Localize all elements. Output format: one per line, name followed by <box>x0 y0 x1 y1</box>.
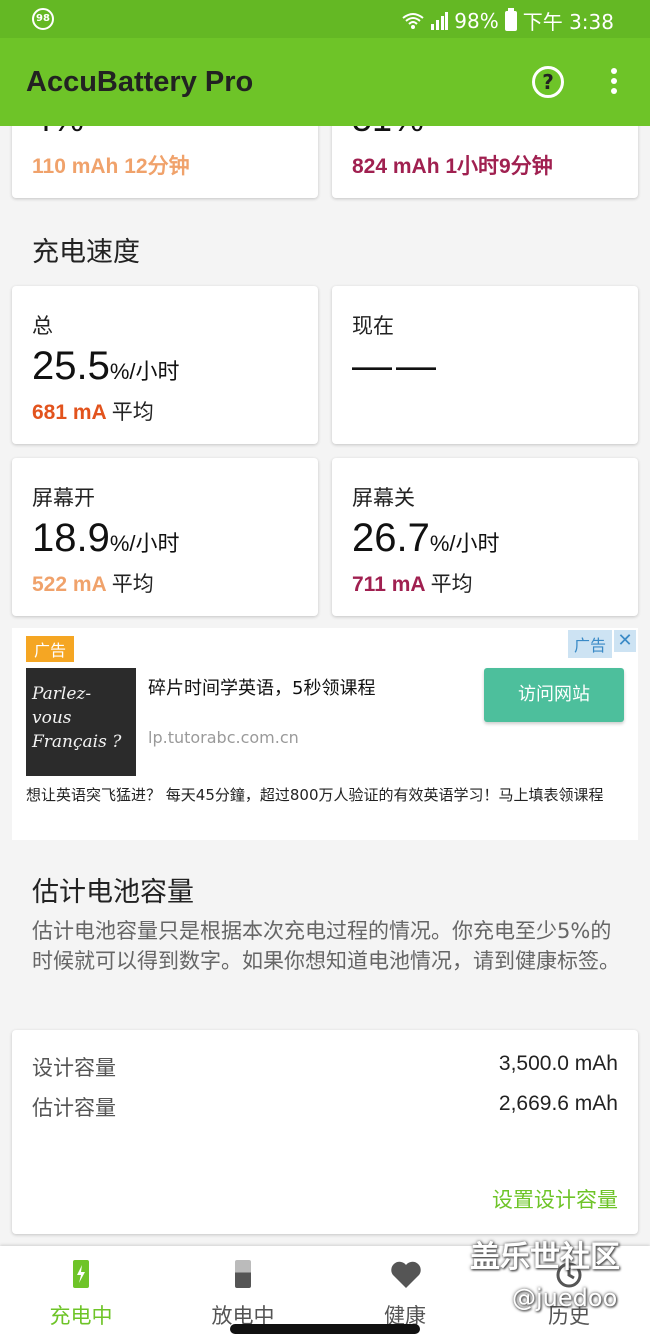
ad-description: 想让英语突飞猛进？ 每天45分鐘，超过800万人验证的有效英语学习！马上填表领课… <box>26 786 604 804</box>
estimated-capacity-value: 2,669.6 mAh <box>498 1092 618 1115</box>
screen-on-value: 18.9%/小时 <box>32 516 180 560</box>
ad-url: lp.tutorabc.com.cn <box>148 728 299 747</box>
help-button[interactable]: ? <box>532 66 564 98</box>
watermark-title: 盖乐世社区 <box>470 1240 620 1275</box>
overflow-menu-button[interactable] <box>610 68 618 96</box>
screen-on-label: 屏幕开 <box>32 486 95 510</box>
ad-banner[interactable]: 广告 广告 ✕ Parlez-vous Français ? 碎片时间学英语，5… <box>12 628 638 840</box>
charging-speed-title: 充电速度 <box>32 237 140 268</box>
status-right: 98% 下午 3:38 <box>402 6 614 35</box>
home-indicator[interactable] <box>230 1324 420 1334</box>
ad-image-line1: Parlez-vous <box>32 684 92 728</box>
design-capacity-value: 3,500.0 mAh <box>498 1052 618 1075</box>
estimated-capacity-label: 估计容量 <box>32 1096 116 1120</box>
nav-charging[interactable]: 充电中 <box>0 1246 162 1336</box>
total-label: 总 <box>32 314 53 338</box>
screen-on-card: 屏幕开 18.9%/小时 522 mA 平均 <box>12 458 318 616</box>
ad-image[interactable]: Parlez-vous Français ? <box>26 668 136 776</box>
estimated-capacity-row: 估计容量 2,669.6 mAh <box>32 1092 618 1122</box>
screen-on-ma: 522 mA 平均 <box>32 573 154 596</box>
visit-site-button[interactable]: 访问网站 <box>484 668 624 722</box>
charged-sub: 110 mAh 12分钟 <box>32 155 190 178</box>
set-design-capacity-link[interactable]: 设置设计容量 <box>492 1184 618 1214</box>
notification-badge: 98 <box>32 8 54 30</box>
total-speed-value: 25.5%/小时 <box>32 344 180 388</box>
current-label: 现在 <box>352 314 394 338</box>
nav-health[interactable]: 健康 <box>324 1246 486 1336</box>
design-capacity-label: 设计容量 <box>32 1056 116 1080</box>
close-icon[interactable]: ✕ <box>614 630 636 652</box>
battery-status-icon <box>504 7 517 31</box>
clock: 下午 3:38 <box>522 10 614 34</box>
nav-discharging[interactable]: 放电中 <box>162 1246 324 1336</box>
ad-image-line2: Français ? <box>32 732 122 752</box>
screen-off-card: 屏幕关 26.7%/小时 711 mA 平均 <box>332 458 638 616</box>
discharging-battery-icon <box>228 1260 258 1290</box>
app-bar-cover: AccuBattery Pro ? <box>0 38 650 126</box>
capacity-description: 估计电池容量只是根据本次充电过程的情况。你充电至少5%的时候就可以得到数字。如果… <box>32 919 620 973</box>
screen-off-ma: 711 mA 平均 <box>352 573 473 596</box>
signal-icon <box>431 11 449 30</box>
total-speed-card: 总 25.5%/小时 681 mA 平均 <box>12 286 318 444</box>
watermark-handle: @juedoo <box>512 1284 618 1312</box>
current-speed-card: 现在 —— <box>332 286 638 444</box>
capacity-title: 估计电池容量 <box>32 877 194 908</box>
ad-tag: 广告 <box>26 636 75 662</box>
battery-percent: 98% <box>454 8 499 33</box>
status-bar: 98 98% 下午 3:38 <box>0 0 650 38</box>
screen-off-label: 屏幕关 <box>352 486 415 510</box>
nav-charging-label: 充电中 <box>49 1304 113 1328</box>
capacity-card: 设计容量 3,500.0 mAh 估计容量 2,669.6 mAh 设置设计容量 <box>12 1030 638 1234</box>
heart-icon <box>390 1260 421 1290</box>
charging-battery-icon <box>66 1260 96 1290</box>
ad-title[interactable]: 碎片时间学英语，5秒领课程 <box>148 674 375 700</box>
app-title-overlay: AccuBattery Pro <box>26 66 254 98</box>
remaining-sub: 824 mAh 1小时9分钟 <box>352 155 553 178</box>
wifi-icon <box>402 12 424 29</box>
screen-off-value: 26.7%/小时 <box>352 516 500 560</box>
design-capacity-row: 设计容量 3,500.0 mAh <box>32 1052 618 1082</box>
ad-choices-tag[interactable]: 广告 <box>567 630 612 658</box>
current-speed-value: —— <box>352 344 440 388</box>
total-speed-ma: 681 mA 平均 <box>32 401 154 424</box>
